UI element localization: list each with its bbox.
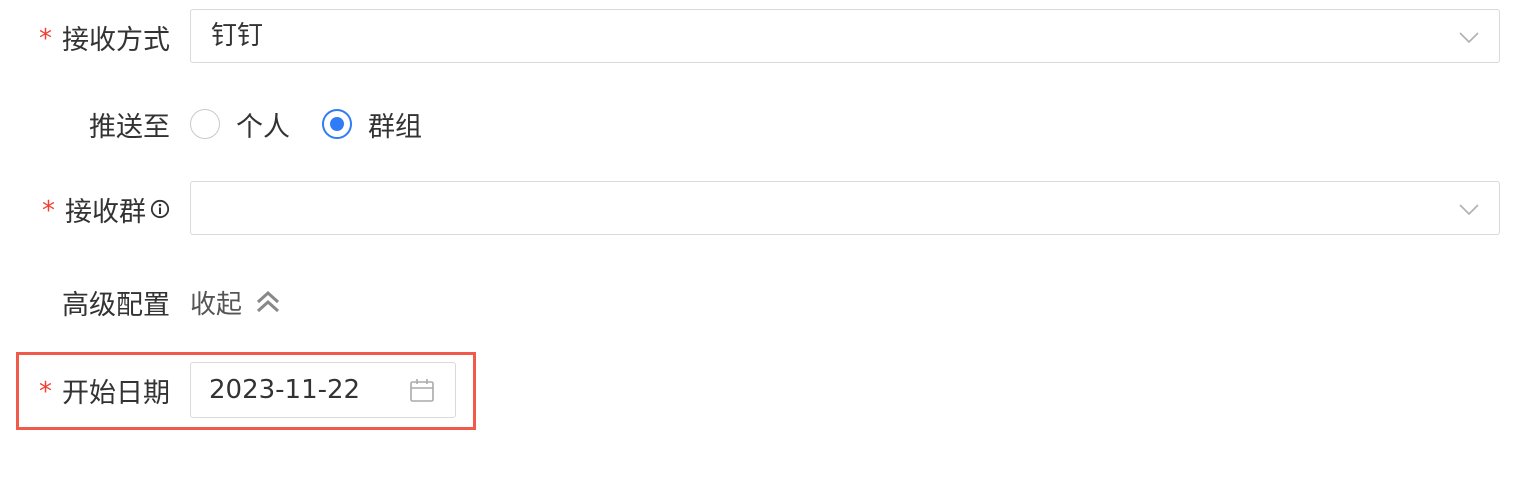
- required-mark: *: [39, 377, 52, 407]
- radio-group[interactable]: 群组: [322, 105, 422, 144]
- advanced-config-row: 高级配置 收起: [0, 274, 1526, 330]
- double-chevron-up-icon[interactable]: [254, 288, 282, 316]
- push-to-radio-group: 个人 群组: [190, 96, 454, 152]
- push-to-label-wrap: 推送至: [89, 96, 170, 152]
- receive-method-row: * 接收方式 钉钉: [0, 9, 1526, 65]
- push-to-row: 推送至 个人 群组: [0, 96, 1526, 152]
- receive-group-select[interactable]: [190, 181, 1500, 235]
- chevron-down-icon: [1459, 32, 1479, 44]
- collapse-label[interactable]: 收起: [190, 284, 242, 321]
- chevron-down-icon: [1459, 204, 1479, 216]
- collapse-toggle[interactable]: 收起: [190, 274, 282, 330]
- start-date-label-wrap: * 开始日期: [39, 362, 170, 418]
- receive-method-label-wrap: * 接收方式: [39, 9, 170, 65]
- radio-personal-circle[interactable]: [190, 109, 220, 139]
- radio-group-circle[interactable]: [322, 109, 352, 139]
- start-date-value[interactable]: 2023-11-22: [209, 363, 360, 417]
- start-date-row: * 开始日期 2023-11-22: [0, 362, 1526, 418]
- receive-method-label: 接收方式: [62, 24, 170, 56]
- receive-method-select[interactable]: 钉钉: [190, 9, 1500, 63]
- required-mark: *: [39, 24, 52, 54]
- radio-group-label[interactable]: 群组: [368, 105, 422, 144]
- push-to-label: 推送至: [89, 111, 170, 143]
- required-mark: *: [42, 196, 55, 226]
- start-date-label: 开始日期: [62, 377, 170, 409]
- info-icon[interactable]: [150, 199, 170, 219]
- advanced-config-label: 高级配置: [62, 289, 170, 321]
- receive-group-row: * 接收群: [0, 181, 1526, 237]
- receive-group-label: 接收群: [65, 196, 146, 228]
- calendar-icon[interactable]: [409, 377, 435, 403]
- receive-method-value: 钉钉: [211, 21, 264, 51]
- receive-group-label-wrap: * 接收群: [42, 181, 170, 237]
- radio-personal[interactable]: 个人: [190, 105, 290, 144]
- radio-personal-label[interactable]: 个人: [236, 105, 290, 144]
- start-date-picker[interactable]: 2023-11-22: [190, 362, 456, 418]
- advanced-config-label-wrap: 高级配置: [62, 274, 170, 330]
